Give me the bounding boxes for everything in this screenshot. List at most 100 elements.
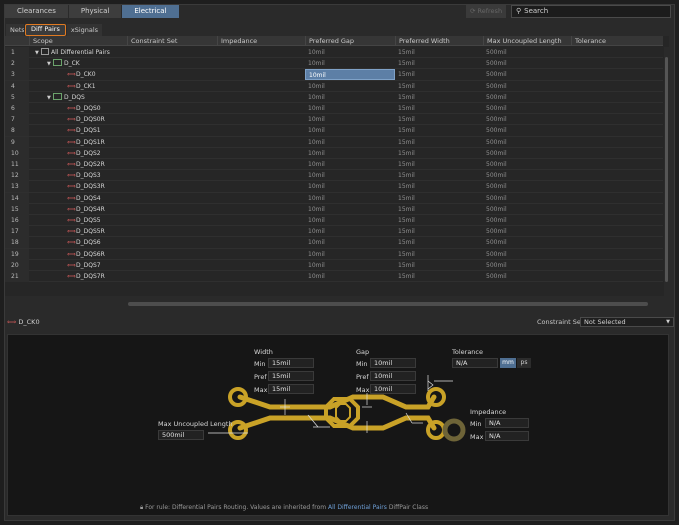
- scope-cell[interactable]: ⟺D_DQS3R: [29, 181, 127, 192]
- width-pref-field[interactable]: 15mil: [268, 371, 314, 381]
- tolerance-cell[interactable]: [571, 58, 661, 69]
- preferred-gap-cell[interactable]: 10mil: [305, 170, 395, 181]
- table-row[interactable]: 17 ⟺D_DQS5R 10mil 15mil 500mil: [5, 226, 663, 238]
- tolerance-cell[interactable]: [571, 92, 661, 103]
- column-header-impedance[interactable]: Impedance: [217, 36, 305, 46]
- max-uncoupled-length-cell[interactable]: 500mil: [483, 181, 571, 192]
- table-row[interactable]: 16 ⟺D_DQS5 10mil 15mil 500mil: [5, 215, 663, 227]
- preferred-gap-cell[interactable]: 10mil: [305, 69, 395, 81]
- preferred-gap-cell[interactable]: 10mil: [305, 103, 395, 114]
- max-uncoupled-length-cell[interactable]: 500mil: [483, 215, 571, 226]
- scope-cell[interactable]: ▼ D_DQS: [29, 92, 127, 103]
- horizontal-scrollbar[interactable]: [120, 302, 656, 306]
- table-row[interactable]: 18 ⟺D_DQS6 10mil 15mil 500mil: [5, 237, 663, 249]
- impedance-cell[interactable]: [217, 114, 305, 125]
- scope-cell[interactable]: ⟺D_DQS6: [29, 237, 127, 248]
- impedance-cell[interactable]: [217, 204, 305, 215]
- table-row[interactable]: 11 ⟺D_DQS2R 10mil 15mil 500mil: [5, 159, 663, 171]
- column-header-scope[interactable]: Scope: [29, 36, 127, 46]
- tolerance-cell[interactable]: [571, 237, 661, 248]
- preferred-gap-cell[interactable]: 10mil: [305, 260, 395, 271]
- impedance-cell[interactable]: [217, 69, 305, 80]
- preferred-width-cell[interactable]: 15mil: [395, 137, 483, 148]
- tolerance-cell[interactable]: [571, 159, 661, 170]
- constraint-set-cell[interactable]: [127, 137, 217, 148]
- constraint-set-cell[interactable]: [127, 92, 217, 103]
- preferred-width-cell[interactable]: 15mil: [395, 215, 483, 226]
- impedance-max-field[interactable]: N/A: [485, 431, 529, 441]
- scope-cell[interactable]: ⟺D_DQS2R: [29, 159, 127, 170]
- column-header-constraint-set[interactable]: Constraint Set: [127, 36, 217, 46]
- max-uncoupled-length-cell[interactable]: 500mil: [483, 92, 571, 103]
- impedance-cell[interactable]: [217, 226, 305, 237]
- impedance-cell[interactable]: [217, 148, 305, 159]
- max-uncoupled-length-cell[interactable]: 500mil: [483, 237, 571, 248]
- scope-cell[interactable]: ⟺D_DQS3: [29, 170, 127, 181]
- table-row[interactable]: 7 ⟺D_DQS0R 10mil 15mil 500mil: [5, 114, 663, 126]
- constraint-set-cell[interactable]: [127, 69, 217, 80]
- table-row[interactable]: 9 ⟺D_DQS1R 10mil 15mil 500mil: [5, 136, 663, 148]
- impedance-cell[interactable]: [217, 103, 305, 114]
- impedance-cell[interactable]: [217, 249, 305, 260]
- preferred-gap-cell[interactable]: 10mil: [305, 226, 395, 237]
- constraint-set-cell[interactable]: [127, 193, 217, 204]
- preferred-width-cell[interactable]: 15mil: [395, 148, 483, 159]
- impedance-cell[interactable]: [217, 260, 305, 271]
- impedance-min-field[interactable]: N/A: [485, 418, 529, 428]
- constraint-set-cell[interactable]: [127, 148, 217, 159]
- preferred-width-cell[interactable]: 15mil: [395, 125, 483, 136]
- table-row[interactable]: 21 ⟺D_DQS7R 10mil 15mil 500mil: [5, 271, 663, 283]
- max-uncoupled-length-cell[interactable]: 500mil: [483, 69, 571, 80]
- column-header-preferred-width[interactable]: Preferred Width: [395, 36, 483, 46]
- constraint-set-cell[interactable]: [127, 204, 217, 215]
- preferred-width-cell[interactable]: 15mil: [395, 249, 483, 260]
- preferred-width-cell[interactable]: 15mil: [395, 271, 483, 282]
- preferred-gap-cell[interactable]: 10mil: [305, 159, 395, 170]
- preferred-gap-cell[interactable]: 10mil: [305, 58, 395, 69]
- preferred-gap-cell[interactable]: 10mil: [305, 125, 395, 136]
- column-header-preferred-gap[interactable]: Preferred Gap: [305, 36, 395, 46]
- table-row[interactable]: 14 ⟺D_DQS4 10mil 15mil 500mil: [5, 192, 663, 204]
- preferred-gap-cell[interactable]: 10mil: [305, 137, 395, 148]
- preferred-width-cell[interactable]: 15mil: [395, 226, 483, 237]
- preferred-gap-cell[interactable]: 10mil: [305, 181, 395, 192]
- vertical-scroll-thumb[interactable]: [665, 57, 668, 282]
- tab-clearances[interactable]: Clearances: [5, 5, 69, 18]
- tolerance-cell[interactable]: [571, 204, 661, 215]
- constraint-set-cell[interactable]: [127, 159, 217, 170]
- max-uncoupled-length-cell[interactable]: 500mil: [483, 114, 571, 125]
- tolerance-cell[interactable]: [571, 170, 661, 181]
- preferred-width-cell[interactable]: 15mil: [395, 114, 483, 125]
- max-uncoupled-length-cell[interactable]: 500mil: [483, 47, 571, 58]
- table-row[interactable]: 4 ⟺D_CK1 10mil 15mil 500mil: [5, 80, 663, 92]
- tolerance-cell[interactable]: [571, 226, 661, 237]
- table-row[interactable]: 2 ▼ D_CK 10mil 15mil 500mil: [5, 58, 663, 70]
- max-uncoupled-length-cell[interactable]: 500mil: [483, 148, 571, 159]
- scope-cell[interactable]: ⟺D_DQS4R: [29, 204, 127, 215]
- preferred-width-cell[interactable]: 15mil: [395, 204, 483, 215]
- table-row[interactable]: 13 ⟺D_DQS3R 10mil 15mil 500mil: [5, 181, 663, 193]
- table-row[interactable]: 10 ⟺D_DQS2 10mil 15mil 500mil: [5, 147, 663, 159]
- impedance-cell[interactable]: [217, 170, 305, 181]
- preferred-width-cell[interactable]: 15mil: [395, 237, 483, 248]
- refresh-button[interactable]: ⟳ Refresh: [466, 5, 506, 18]
- max-uncoupled-length-cell[interactable]: 500mil: [483, 58, 571, 69]
- preferred-width-cell[interactable]: 15mil: [395, 92, 483, 103]
- constraint-set-cell[interactable]: [127, 103, 217, 114]
- preferred-gap-cell[interactable]: 10mil: [305, 47, 395, 58]
- constraint-set-cell[interactable]: [127, 215, 217, 226]
- scope-cell[interactable]: ⟺D_DQS1: [29, 125, 127, 136]
- impedance-cell[interactable]: [217, 125, 305, 136]
- scope-cell[interactable]: ⟺D_DQS6R: [29, 249, 127, 260]
- uncoupled-field[interactable]: 500mil: [158, 430, 204, 440]
- max-uncoupled-length-cell[interactable]: 500mil: [483, 103, 571, 114]
- table-row[interactable]: 1 ▼ All Differential Pairs 10mil 15mil 500mil: [5, 47, 663, 59]
- max-uncoupled-length-cell[interactable]: 500mil: [483, 81, 571, 92]
- tab-physical[interactable]: Physical: [68, 5, 123, 18]
- scope-cell[interactable]: ⟺D_DQS0R: [29, 114, 127, 125]
- constraint-set-cell[interactable]: [127, 249, 217, 260]
- constraint-set-cell[interactable]: [127, 271, 217, 282]
- search-input[interactable]: ⚲ Search: [511, 5, 671, 18]
- table-row[interactable]: 20 ⟺D_DQS7 10mil 15mil 500mil: [5, 259, 663, 271]
- scope-cell[interactable]: ⟺D_DQS4: [29, 193, 127, 204]
